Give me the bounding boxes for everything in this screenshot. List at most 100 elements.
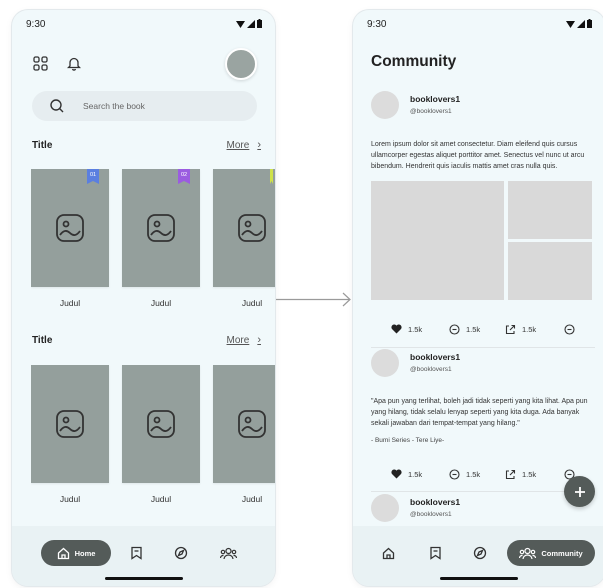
post-card[interactable]: booklovers1 @booklovers1 "Apa pun yang t… xyxy=(371,349,595,444)
chevron-right-icon: › xyxy=(257,139,261,151)
nav-explore-button[interactable] xyxy=(471,540,489,566)
book-cover: 01 xyxy=(31,169,109,287)
wifi-icon xyxy=(566,21,575,28)
book-card[interactable]: Judul xyxy=(31,365,109,504)
post-card[interactable]: booklovers1 @booklovers1 xyxy=(371,494,595,526)
like-button[interactable]: 1.5k xyxy=(391,469,422,479)
post-image[interactable] xyxy=(508,242,592,300)
book-cover xyxy=(122,365,200,483)
nav-bookmark-button[interactable] xyxy=(127,540,145,566)
comment-button[interactable]: 1.5k xyxy=(449,469,480,480)
nav-home-button[interactable]: Home xyxy=(41,540,111,566)
book-cover xyxy=(213,169,275,287)
post-actions: 1.5k 1.5k 1.5k xyxy=(371,324,595,338)
search-icon xyxy=(50,99,64,113)
bell-icon[interactable] xyxy=(65,54,83,72)
post-header: booklovers1 @booklovers1 xyxy=(371,349,595,381)
status-time: 9:30 xyxy=(26,19,46,30)
post-username[interactable]: booklovers1 xyxy=(410,352,460,362)
book-cover xyxy=(31,365,109,483)
nav-home-label: Home xyxy=(74,548,96,558)
book-card[interactable]: Judul xyxy=(122,365,200,504)
like-count: 1.5k xyxy=(408,469,423,479)
image-placeholder-icon xyxy=(238,214,266,242)
comment-icon xyxy=(449,469,460,480)
heart-icon xyxy=(391,324,402,334)
user-avatar[interactable] xyxy=(371,91,399,119)
wifi-icon xyxy=(236,21,245,28)
post-actions: 1.5k 1.5k 1.5k xyxy=(371,469,595,483)
status-time: 9:30 xyxy=(367,19,387,30)
page-title: Community xyxy=(371,53,457,70)
book-row: Judul Judul Judul xyxy=(31,365,275,505)
book-card[interactable]: Judul xyxy=(213,169,275,308)
chevron-right-icon: › xyxy=(257,334,261,346)
comment-count: 1.5k xyxy=(466,325,481,334)
status-bar: 9:30 xyxy=(12,10,275,40)
like-button[interactable]: 1.5k xyxy=(391,324,422,334)
heart-icon xyxy=(391,469,402,479)
post-image[interactable] xyxy=(508,181,592,239)
nav-community-button[interactable]: Community xyxy=(507,540,595,566)
nav-home-button[interactable] xyxy=(379,540,397,566)
search-bar[interactable] xyxy=(32,91,257,121)
signal-icon xyxy=(247,20,255,28)
book-title: Judul xyxy=(59,494,81,504)
more-link[interactable]: More › xyxy=(227,334,261,346)
comment-button[interactable]: 1.5k xyxy=(449,324,480,335)
profile-avatar[interactable] xyxy=(225,48,257,80)
post-text: Lorem ipsum dolor sit amet consectetur. … xyxy=(371,141,585,170)
book-card[interactable]: 02 Judul xyxy=(122,169,200,308)
book-card[interactable]: 01 Judul xyxy=(31,169,109,308)
more-label: More xyxy=(226,139,250,151)
like-count: 1.5k xyxy=(408,324,423,334)
nav-bookmark-button[interactable] xyxy=(426,540,444,566)
more-options-icon xyxy=(564,324,575,335)
menu-grid-icon[interactable] xyxy=(31,54,49,72)
post-username[interactable]: booklovers1 xyxy=(410,94,460,104)
post-divider xyxy=(371,491,595,492)
share-icon xyxy=(505,324,516,335)
book-title: Judul xyxy=(150,494,172,504)
user-avatar[interactable] xyxy=(371,494,399,522)
rank-badge xyxy=(270,169,273,184)
home-icon xyxy=(382,547,394,559)
home-screen: 9:30 Title More › 01 xyxy=(12,10,275,586)
status-icons xyxy=(236,19,262,28)
more-options-button[interactable] xyxy=(564,324,575,335)
home-indicator xyxy=(104,577,183,580)
section-header: Title More › xyxy=(32,332,261,348)
community-icon xyxy=(219,547,237,559)
search-input[interactable] xyxy=(83,101,233,111)
bottom-nav: Home xyxy=(12,526,275,586)
signal-icon xyxy=(577,20,585,28)
battery-icon xyxy=(587,19,592,28)
nav-community-button[interactable] xyxy=(218,540,238,566)
more-label: More xyxy=(226,334,250,346)
post-text: "Apa pun yang terlihat, boleh jadi tidak… xyxy=(371,398,588,427)
book-title: Judul xyxy=(241,298,263,308)
nav-explore-button[interactable] xyxy=(172,540,190,566)
flow-arrow xyxy=(276,292,351,307)
user-avatar[interactable] xyxy=(371,349,399,377)
home-indicator xyxy=(440,577,518,580)
add-post-button[interactable] xyxy=(564,476,595,507)
book-cover: 02 xyxy=(122,169,200,287)
post-image[interactable] xyxy=(371,181,504,300)
comment-count: 1.5k xyxy=(466,470,481,479)
post-card[interactable]: booklovers1 @booklovers1 Lorem ipsum dol… xyxy=(371,91,595,300)
share-button[interactable]: 1.5k xyxy=(505,324,536,335)
post-username[interactable]: booklovers1 xyxy=(410,497,460,507)
post-source: - Bumi Series - Tere Liye- xyxy=(371,437,445,444)
book-card[interactable]: Judul xyxy=(213,365,275,504)
book-title: Judul xyxy=(59,298,81,308)
bottom-nav: Community xyxy=(353,526,603,586)
book-cover xyxy=(213,365,275,483)
share-count: 1.5k xyxy=(522,470,537,479)
compass-icon xyxy=(473,546,487,560)
more-link[interactable]: More › xyxy=(227,139,261,151)
bookmark-icon xyxy=(130,546,142,560)
post-handle: @booklovers1 xyxy=(410,366,452,373)
share-button[interactable]: 1.5k xyxy=(505,469,536,480)
post-header: booklovers1 @booklovers1 xyxy=(371,494,595,526)
